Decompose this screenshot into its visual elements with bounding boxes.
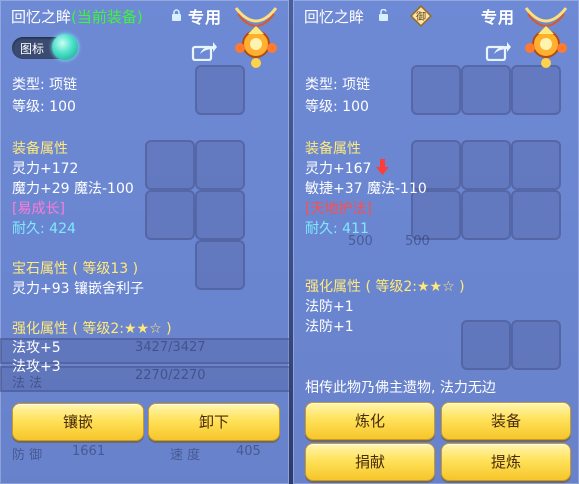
bg-inventory-slot: [511, 140, 561, 190]
bg-inventory-slot: [195, 190, 245, 240]
bg-mp-value: 2270/2270: [135, 368, 206, 383]
item-name: 回忆之眸: [304, 8, 365, 26]
enhance-heading: 强化属性 ( 等级2:★★☆ ): [12, 321, 172, 337]
item-level: 等级: 100: [305, 99, 369, 115]
exclusive-label: 专用: [188, 8, 223, 27]
unequip-button[interactable]: 卸下: [148, 403, 280, 441]
inlay-button[interactable]: 镶嵌: [12, 403, 144, 441]
equip-button[interactable]: 装备: [441, 402, 571, 440]
bg-item-count: 500: [405, 234, 430, 249]
item-type: 类型: 项链: [12, 77, 78, 93]
gem-attr-heading: 宝石属性 ( 等级13 ): [12, 261, 139, 277]
enhance-attr-2: 法防+1: [305, 319, 354, 335]
durability: 耐久: 411: [305, 221, 369, 237]
bg-inventory-slot: [461, 320, 511, 370]
equipped-item-panel: 3427/3427 2270/2270 法 法 防 御 1661 速 度 405…: [0, 0, 289, 484]
donate-button[interactable]: 捐献: [305, 443, 435, 481]
bg-inventory-slot: [195, 240, 245, 290]
extract-button[interactable]: 提炼: [441, 443, 571, 481]
bg-label-defense: 防 御: [12, 448, 43, 463]
item-title: 回忆之眸(当前装备): [11, 6, 143, 27]
bg-speed-value: 405: [236, 444, 261, 459]
bg-inventory-slot: [145, 140, 195, 190]
item-name: 回忆之眸: [11, 8, 72, 26]
exclusive-label: 专用: [481, 8, 516, 27]
toggle-label: 图标: [20, 42, 45, 56]
refine-button[interactable]: 炼化: [305, 402, 435, 440]
necklace-item-icon: [234, 7, 278, 68]
enhance-heading: 强化属性 ( 等级2:★★☆ ): [305, 279, 465, 295]
equip-attr-heading: 装备属性: [305, 141, 361, 157]
unlock-icon[interactable]: [378, 9, 389, 21]
special-effect: [易成长]: [12, 201, 65, 217]
bg-inventory-slot: [511, 320, 561, 370]
badge-icon: 御: [410, 5, 432, 27]
badge-text: 御: [416, 10, 426, 23]
bg-inventory-slot: [411, 65, 461, 115]
item-type: 类型: 项链: [305, 77, 371, 93]
toggle-knob[interactable]: [52, 34, 78, 60]
lore-text: 相传此物乃佛主遗物, 法力无边: [305, 380, 496, 396]
equip-attr-1: 灵力+172: [12, 161, 79, 177]
share-icon[interactable]: [191, 41, 217, 61]
bg-inventory-slot: [461, 190, 511, 240]
bg-inventory-slot: [145, 190, 195, 240]
bg-hp-value: 3427/3427: [135, 340, 206, 355]
durability: 耐久: 424: [12, 221, 76, 237]
bg-inventory-slot: [511, 190, 561, 240]
item-level: 等级: 100: [12, 99, 76, 115]
equip-attr-2: 敏捷+37 魔法-110: [305, 181, 427, 197]
bg-defense-value: 1661: [72, 444, 106, 459]
enhance-attr-2: 法攻+3: [12, 359, 61, 375]
equipped-status: (当前装备): [71, 8, 143, 26]
equip-attr-2: 魔力+29 魔法-100: [12, 181, 134, 197]
gem-attr: 灵力+93 镶嵌舍利子: [12, 281, 144, 297]
lock-icon[interactable]: [171, 9, 182, 21]
bg-inventory-slot: [511, 65, 561, 115]
necklace-item-icon: [524, 7, 568, 68]
equip-attr-heading: 装备属性: [12, 141, 68, 157]
bg-inventory-slot: [195, 65, 245, 115]
icon-toggle[interactable]: 图标: [12, 34, 78, 60]
enhance-attr-1: 法防+1: [305, 299, 354, 315]
bg-label-speed: 速 度: [170, 448, 201, 463]
share-icon[interactable]: [485, 41, 511, 61]
equip-attr-1: 灵力+167: [305, 158, 389, 178]
item-title: 回忆之眸: [304, 6, 364, 27]
decrease-arrow-icon: [375, 159, 389, 175]
enhance-attr-1: 法攻+5: [12, 340, 61, 356]
special-effect: [天地护法]: [305, 201, 372, 217]
bg-inventory-slot: [461, 65, 511, 115]
bg-inventory-slot: [195, 140, 245, 190]
bg-inventory-slot: [461, 140, 511, 190]
equip-attr-1-text: 灵力+167: [305, 161, 372, 177]
compare-item-panel: 500 500 回忆之眸 御 专用 类型: 项链 等级: 100 装备属性 灵力…: [293, 0, 579, 484]
